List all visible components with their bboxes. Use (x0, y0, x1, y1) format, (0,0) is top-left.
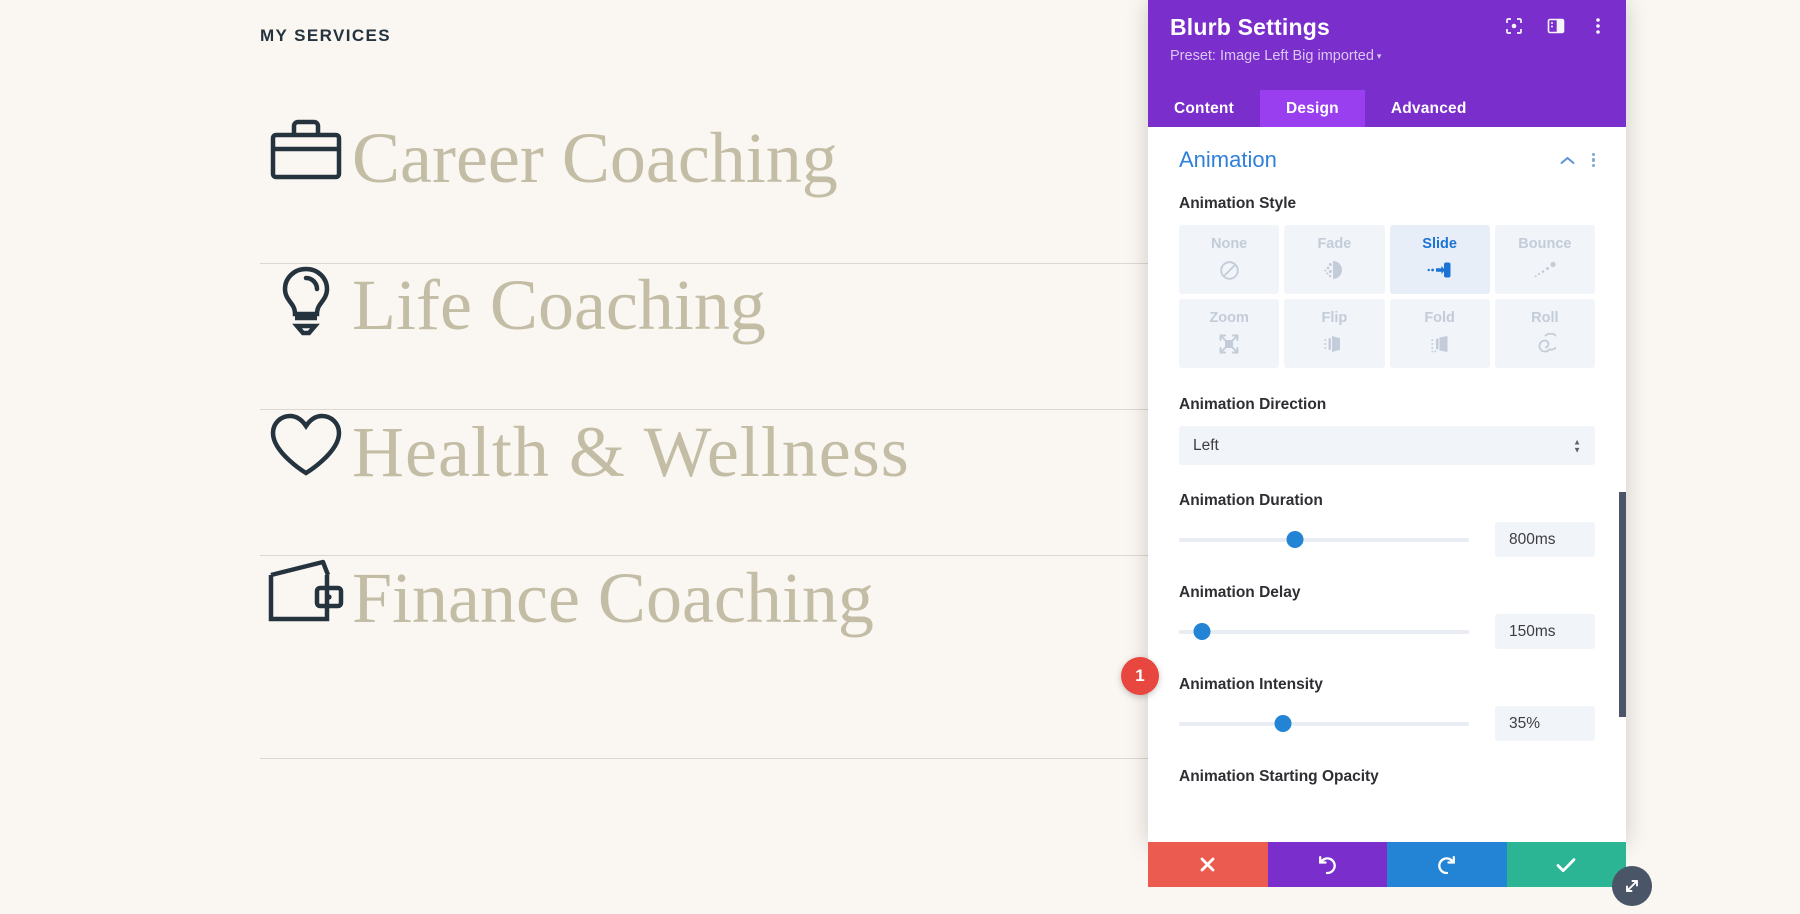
animation-style-label-bounce: Bounce (1518, 236, 1572, 252)
animation-starting-opacity-label: Animation Starting Opacity (1179, 768, 1379, 785)
animation-delay-row: 150ms (1179, 614, 1595, 649)
animation-style-slide[interactable]: Slide (1389, 225, 1490, 294)
animation-style-label-none: None (1211, 236, 1248, 252)
lightbulb-icon (260, 265, 352, 337)
checkmark-icon (1556, 857, 1576, 872)
animation-duration-label: Animation Duration (1179, 492, 1323, 509)
animation-delay-slider[interactable] (1179, 623, 1469, 641)
panel-preset[interactable]: Preset: Image Left Big imported ▾ (1170, 48, 1604, 64)
panel-tabs: Content Design Advanced (1148, 90, 1626, 127)
animation-style-fold[interactable]: Fold (1389, 299, 1490, 368)
animation-intensity-label: Animation Intensity (1179, 676, 1323, 693)
animation-style-label: Animation Style (1179, 195, 1297, 212)
flip-icon (1323, 331, 1345, 357)
panel-body: Animation Animation Style None Fade Slid… (1148, 127, 1626, 842)
animation-style-label-fold: Fold (1424, 310, 1455, 326)
animation-style-flip[interactable]: Flip (1284, 299, 1385, 368)
chevron-down-icon: ▾ (1376, 50, 1382, 61)
cancel-button[interactable] (1148, 842, 1268, 887)
redo-button[interactable] (1387, 842, 1507, 887)
animation-style-label-roll: Roll (1531, 310, 1559, 326)
animation-style-label-flip: Flip (1321, 310, 1348, 326)
slider-knob[interactable] (1193, 623, 1211, 640)
animation-duration-slider[interactable] (1179, 531, 1469, 549)
animation-style-grid: None Fade Slide Bounce Zoom Flip Fold Ro… (1179, 225, 1595, 368)
close-x-icon (1200, 857, 1215, 872)
tab-advanced[interactable]: Advanced (1365, 90, 1493, 127)
blurb-settings-panel: Blurb Settings Preset: Image Left Big im… (1148, 0, 1626, 842)
panel-header: Blurb Settings Preset: Image Left Big im… (1148, 0, 1626, 90)
roll-spiral-icon (1534, 331, 1556, 357)
tab-design[interactable]: Design (1259, 90, 1365, 127)
animation-style-fade[interactable]: Fade (1284, 225, 1385, 294)
no-entry-icon (1219, 257, 1240, 283)
animation-direction-select[interactable]: Left (1179, 426, 1595, 465)
panel-scroll-area: Animation Animation Style None Fade Slid… (1148, 127, 1626, 842)
fold-icon (1429, 331, 1451, 357)
animation-style-label-fade: Fade (1317, 236, 1352, 252)
animation-duration-row: 800ms (1179, 522, 1595, 557)
panel-scrollbar[interactable] (1619, 492, 1626, 717)
animation-delay-value[interactable]: 150ms (1495, 614, 1595, 649)
animation-style-roll[interactable]: Roll (1494, 299, 1595, 368)
page-eyebrow: MY SERVICES (260, 26, 391, 45)
chevron-up-icon[interactable] (1560, 153, 1575, 168)
undo-icon (1319, 855, 1337, 874)
animation-delay-label: Animation Delay (1179, 584, 1301, 601)
tab-content[interactable]: Content (1148, 90, 1260, 127)
panel-header-icons (1504, 16, 1608, 36)
animation-section-header: Animation (1179, 147, 1595, 173)
animation-style-label-zoom: Zoom (1209, 310, 1249, 326)
more-vertical-icon[interactable] (1591, 152, 1595, 168)
service-title: Health & Wellness (352, 412, 910, 492)
animation-intensity-slider[interactable] (1179, 715, 1469, 733)
wallet-icon (260, 558, 352, 624)
zoom-expand-icon (1218, 331, 1240, 357)
notification-badge[interactable]: 1 (1121, 657, 1159, 695)
redo-icon (1437, 855, 1455, 874)
resize-diagonal-icon (1626, 880, 1638, 892)
slider-knob[interactable] (1286, 531, 1304, 548)
service-title: Career Coaching (352, 118, 838, 198)
save-button[interactable] (1506, 842, 1626, 887)
section-actions (1560, 152, 1595, 168)
service-title: Finance Coaching (352, 558, 874, 638)
slide-arrow-icon (1427, 257, 1453, 283)
animation-direction-select-wrap: Left ▲ ▼ (1179, 426, 1595, 465)
animation-style-bounce[interactable]: Bounce (1494, 225, 1595, 294)
focus-target-icon[interactable] (1504, 16, 1524, 36)
heart-icon (260, 412, 352, 478)
animation-style-label-slide: Slide (1422, 236, 1457, 252)
animation-intensity-value[interactable]: 35% (1495, 706, 1595, 741)
more-vertical-icon[interactable] (1588, 16, 1608, 36)
slider-knob[interactable] (1274, 715, 1292, 732)
layout-split-icon[interactable] (1546, 16, 1566, 36)
preset-label: Preset: Image Left Big imported (1170, 48, 1374, 64)
service-title: Life Coaching (352, 265, 766, 345)
animation-intensity-row: 35% (1179, 706, 1595, 741)
briefcase-icon (260, 118, 352, 180)
animation-style-zoom[interactable]: Zoom (1179, 299, 1280, 368)
screen-root: MY SERVICES Career Coaching Imperdiet Ma… (0, 0, 1800, 914)
animation-style-none[interactable]: None (1179, 225, 1280, 294)
undo-button[interactable] (1267, 842, 1387, 887)
section-title: Animation (1179, 147, 1277, 172)
animation-duration-value[interactable]: 800ms (1495, 522, 1595, 557)
fade-icon (1322, 257, 1346, 283)
panel-action-bar (1148, 842, 1626, 887)
animation-direction-label: Animation Direction (1179, 396, 1327, 413)
bounce-dots-icon (1532, 257, 1558, 283)
resize-handle[interactable] (1612, 866, 1652, 906)
